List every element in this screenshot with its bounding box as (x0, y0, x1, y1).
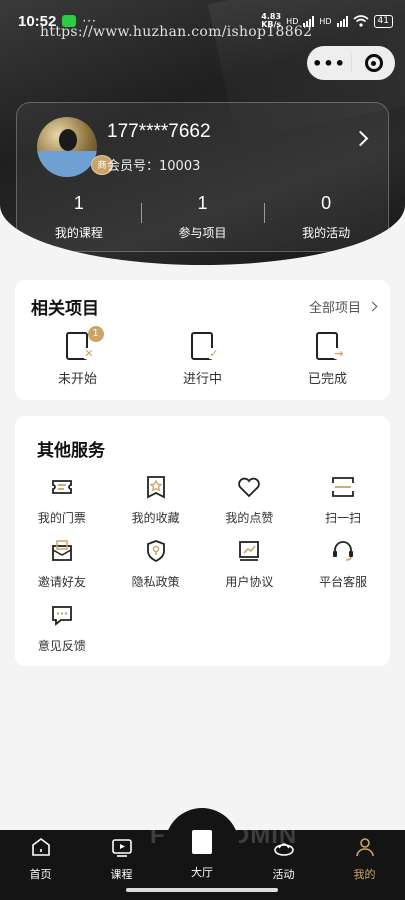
shield-icon (146, 540, 165, 563)
doc-check-icon: ✓ (190, 332, 219, 362)
service-my-likes[interactable]: 我的点赞 (203, 474, 297, 526)
avatar[interactable] (37, 117, 97, 177)
chart-doc-icon (239, 541, 260, 561)
chat-icon (51, 606, 72, 626)
projects-panel: 相关项目 全部项目 ✕ 1 未开始 ✓ 进行中 → 已完成 (15, 280, 390, 400)
more-menu-button[interactable]: ••• (307, 54, 351, 73)
invite-mail-icon (51, 540, 72, 561)
watermark-url: https://www.huzhan.com/ishop18862 (40, 24, 313, 40)
ticket-icon (51, 480, 72, 494)
services-title: 其他服务 (37, 441, 105, 461)
project-completed[interactable]: → 已完成 (265, 332, 390, 387)
service-my-favorites[interactable]: 我的收藏 (109, 474, 203, 526)
profile-header: 10:52 ··· 4.83 KB/s HD HD 41 https://www.… (0, 0, 405, 265)
signal-icon-2 (336, 15, 348, 27)
profile-stats: 1 我的课程 1 参与项目 0 我的活动 (17, 193, 388, 241)
tab-home[interactable]: 首页 (0, 830, 81, 900)
stat-my-courses[interactable]: 1 我的课程 (17, 193, 141, 241)
home-icon (31, 838, 50, 856)
service-feedback[interactable]: 意见反馈 (15, 602, 109, 654)
signal-icon (303, 15, 315, 27)
close-miniprogram-button[interactable] (352, 54, 395, 72)
all-projects-link[interactable]: 全部项目 (309, 297, 378, 316)
service-user-agreement[interactable]: 用户协议 (203, 538, 297, 590)
doc-arrow-icon: → (315, 332, 344, 362)
user-icon (355, 838, 374, 857)
projects-title: 相关项目 (31, 299, 99, 319)
wifi-icon (353, 15, 369, 27)
services-panel: 其他服务 我的门票 我的收藏 我的点赞 扫一扫 邀请好友 隐私政策 用户协议 平… (15, 416, 390, 666)
tab-hall[interactable]: 大厅 (165, 826, 239, 880)
member-number: 会员号：10003 (107, 159, 201, 174)
stat-my-activities[interactable]: 0 我的活动 (264, 193, 388, 241)
video-icon (111, 839, 132, 857)
stat-joined-projects[interactable]: 1 参与项目 (140, 193, 265, 241)
capsule-divider (351, 54, 352, 72)
hd-label-1: HD (286, 16, 299, 26)
target-icon (364, 54, 383, 72)
scan-icon (332, 477, 355, 497)
miniprogram-capsule: ••• (307, 46, 395, 80)
chevron-right-icon (367, 301, 378, 312)
service-my-tickets[interactable]: 我的门票 (15, 474, 109, 526)
notice-badge: 1 (87, 326, 104, 342)
user-phone: 177****7662 (107, 121, 211, 142)
doc-x-icon: ✕ 1 (65, 326, 104, 362)
home-indicator (126, 888, 278, 892)
tab-mine[interactable]: 我的 (324, 830, 405, 900)
headset-icon (333, 541, 354, 561)
net-speed: 4.83 KB/s (261, 12, 282, 29)
heart-icon (238, 477, 261, 498)
project-in-progress[interactable]: ✓ 进行中 (140, 332, 265, 387)
service-scan[interactable]: 扫一扫 (296, 474, 390, 526)
star-bookmark-icon (146, 476, 165, 499)
hd-label-2: HD (319, 16, 332, 26)
battery-icon: 41 (373, 14, 393, 28)
service-invite-friends[interactable]: 邀请好友 (15, 538, 109, 590)
chevron-right-icon[interactable] (352, 130, 369, 147)
service-privacy-policy[interactable]: 隐私政策 (109, 538, 203, 590)
project-not-started[interactable]: ✕ 1 未开始 (15, 326, 140, 387)
profile-card[interactable]: 商 177****7662 会员号：10003 1 我的课程 1 参与项目 0 … (16, 102, 389, 252)
service-customer-support[interactable]: 平台客服 (296, 538, 390, 590)
hall-doc-icon (192, 830, 212, 854)
